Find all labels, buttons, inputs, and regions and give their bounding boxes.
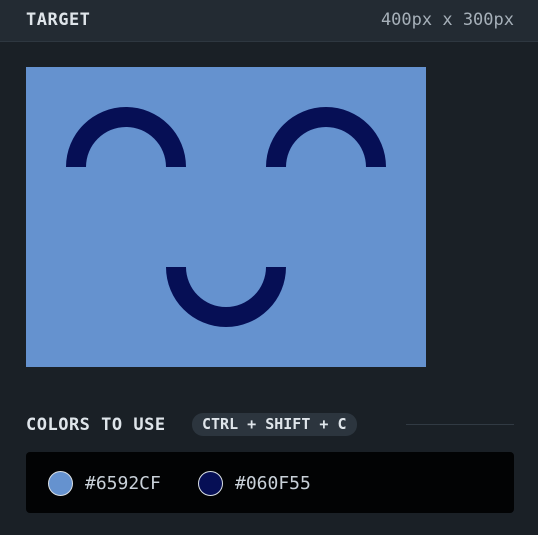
color-swatch-bar: #6592CF #060F55 xyxy=(26,452,514,513)
swatch-primary-hex[interactable]: #6592CF xyxy=(85,473,161,494)
colors-label: COLORS TO USE xyxy=(26,415,166,435)
target-dimensions: 400px x 300px xyxy=(380,10,514,30)
swatch-primary[interactable]: #6592CF xyxy=(48,470,161,496)
shortcut-hint: CTRL + SHIFT + C xyxy=(192,413,357,436)
swatch-secondary-hex[interactable]: #060F55 xyxy=(235,473,311,494)
colors-section-header: COLORS TO USE CTRL + SHIFT + C xyxy=(26,412,514,438)
target-image xyxy=(26,67,426,367)
target-header: TARGET 400px x 300px xyxy=(0,0,538,42)
colors-divider xyxy=(406,424,514,425)
target-title: TARGET xyxy=(26,10,91,30)
swatch-secondary[interactable]: #060F55 xyxy=(198,470,311,496)
swatch-secondary-dot[interactable] xyxy=(198,470,223,496)
swatch-primary-dot[interactable] xyxy=(48,470,73,496)
target-panel: TARGET 400px x 300px COLORS TO USE CTRL … xyxy=(0,0,538,535)
